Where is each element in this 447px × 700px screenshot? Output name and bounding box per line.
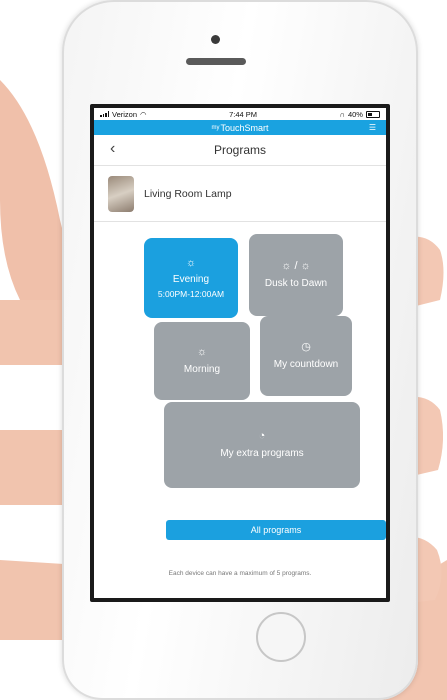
- program-tile-extra[interactable]: ◔ My extra programs: [164, 402, 360, 488]
- battery-percent: 40%: [347, 109, 363, 119]
- icon-separator: /: [294, 260, 298, 273]
- sunset-sunrise-icon: ☼ / ☼: [281, 260, 311, 273]
- tile-label-morning: Morning: [183, 364, 221, 376]
- front-camera: [211, 35, 220, 44]
- home-button[interactable]: [256, 612, 306, 662]
- back-chevron-icon[interactable]: ‹: [110, 140, 115, 158]
- program-tile-evening[interactable]: ☼ Evening 5:00PM-12:00AM: [144, 238, 238, 318]
- tile-label-countdown: My countdown: [273, 359, 339, 371]
- carrier-label: Verizon: [112, 109, 138, 119]
- device-thumbnail: [108, 175, 134, 212]
- brand-prefix: my: [211, 124, 220, 131]
- sunset-icon: ☼: [185, 256, 197, 269]
- sunrise-icon: ☼: [196, 346, 208, 359]
- page-header: ‹ Programs: [94, 135, 386, 166]
- program-limit-note: Each device can have a maximum of 5 prog…: [168, 570, 312, 577]
- device-row: Living Room Lamp: [94, 166, 386, 222]
- signal-icon: [100, 111, 109, 117]
- phone-screen: Verizon ◠ 7:44 PM ∩ 40% my TouchSmart ☰ …: [90, 104, 390, 602]
- battery-icon: [365, 110, 380, 118]
- program-tile-dusk-to-dawn[interactable]: ☼ / ☼ Dusk to Dawn: [249, 234, 343, 316]
- clock-plus-icon: ◔: [258, 430, 266, 443]
- status-bar: Verizon ◠ 7:44 PM ∩ 40%: [94, 108, 386, 120]
- program-tile-countdown[interactable]: ◷ My countdown: [260, 316, 352, 396]
- timer-icon: ◷: [301, 341, 311, 354]
- tile-label-extra: My extra programs: [220, 448, 304, 460]
- page-title: Programs: [213, 143, 266, 157]
- earpiece: [186, 58, 246, 65]
- program-grid: ☼ Evening 5:00PM-12:00AM ☼ / ☼ Dusk to D…: [94, 222, 386, 598]
- brand-menu-icon[interactable]: ☰: [369, 123, 376, 132]
- device-name: Living Room Lamp: [144, 187, 232, 200]
- tile-label-evening: Evening: [172, 274, 210, 286]
- program-tile-morning[interactable]: ☼ Morning: [154, 322, 250, 400]
- all-programs-button[interactable]: All programs: [166, 520, 386, 540]
- status-time: 7:44 PM: [229, 109, 258, 119]
- brand-bar: my TouchSmart ☰: [94, 120, 386, 135]
- tile-label-dusk: Dusk to Dawn: [264, 278, 328, 290]
- headphones-icon: ∩: [339, 109, 345, 119]
- tile-time-evening: 5:00PM-12:00AM: [157, 288, 225, 299]
- wifi-icon: ◠: [140, 109, 147, 119]
- brand-name: TouchSmart: [220, 122, 269, 133]
